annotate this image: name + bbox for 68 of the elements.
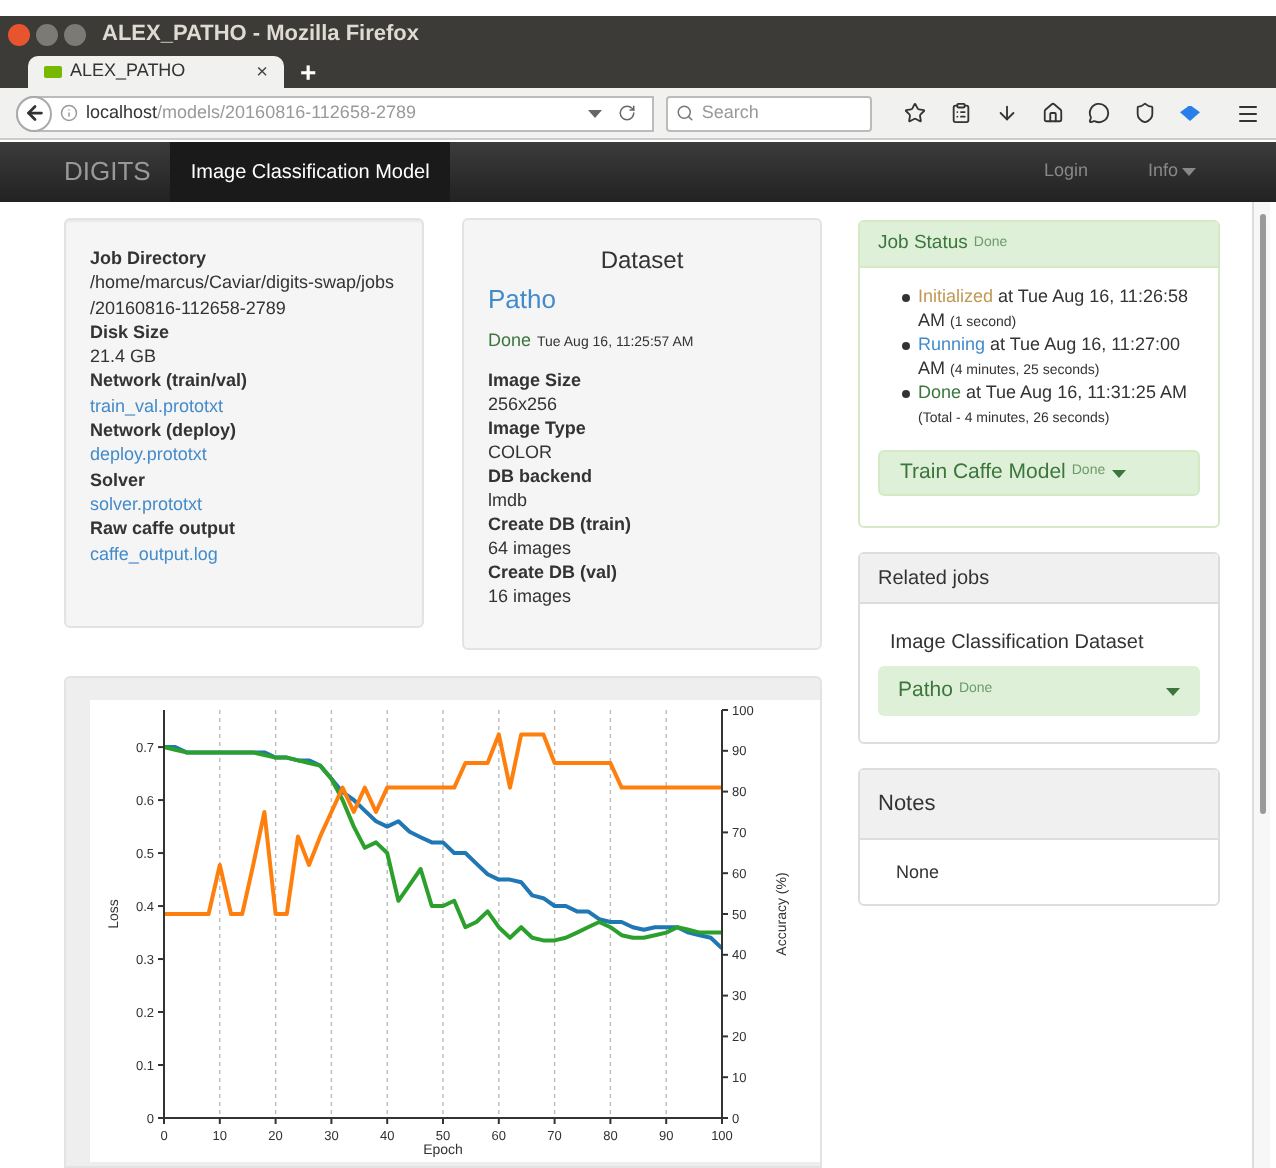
- info-icon[interactable]: [60, 104, 78, 122]
- field-value: 256x256: [488, 392, 560, 416]
- caret-icon: [587, 109, 602, 117]
- notes-text: None: [896, 860, 942, 886]
- caret-icon: [1166, 687, 1180, 695]
- browser-tab[interactable]: ALEX_PATHO ×: [28, 56, 284, 88]
- nav-link[interactable]: Info: [1147, 142, 1196, 202]
- status-text: Done: [488, 328, 532, 352]
- file-link[interactable]: train_val.prototxt: [90, 393, 398, 419]
- related-job-label: Image Classification Dataset: [890, 630, 1146, 658]
- file-link[interactable]: deploy.prototxt: [90, 442, 398, 468]
- minimize-window-icon[interactable]: [36, 24, 58, 46]
- bullet-icon: [902, 294, 910, 302]
- field-value: 16 images: [488, 584, 574, 608]
- dataset-link[interactable]: Patho: [488, 284, 796, 316]
- field-value: COLOR: [488, 440, 555, 464]
- favicon-icon: [44, 66, 62, 78]
- reload-icon[interactable]: [617, 104, 636, 122]
- search-icon: [675, 104, 694, 122]
- field-label: Raw caffe output: [90, 516, 238, 542]
- url-text: localhost/models/20160816-112658-2789: [86, 99, 416, 126]
- close-window-icon[interactable]: [8, 24, 30, 46]
- nav-link[interactable]: Login: [1043, 142, 1088, 202]
- field-value: 21.4 GB: [90, 344, 159, 369]
- bookmark-star-icon[interactable]: [904, 102, 926, 124]
- extension-icon[interactable]: [1180, 105, 1200, 121]
- close-tab-button[interactable]: ×: [256, 57, 268, 87]
- chat-icon[interactable]: [1088, 102, 1110, 124]
- field-label: Network (deploy): [90, 418, 239, 443]
- field-label: Create DB (val): [488, 560, 620, 584]
- tab-title: ALEX_PATHO: [70, 58, 188, 85]
- field-label: Disk Size: [90, 319, 172, 345]
- field-label: DB backend: [488, 464, 595, 488]
- search-placeholder: Search: [701, 99, 759, 126]
- menu-icon[interactable]: [1236, 101, 1260, 125]
- panel-title: Job Status: [878, 229, 968, 258]
- url-field[interactable]: localhost/models/20160816-112658-2789: [16, 95, 654, 131]
- bullet-icon: [902, 342, 910, 350]
- search-field[interactable]: Search: [665, 95, 872, 131]
- scrollbar-thumb[interactable]: [1259, 214, 1265, 814]
- bullet-icon: [902, 390, 910, 398]
- field-label: Create DB (train): [488, 512, 634, 536]
- panel-title: Related jobs: [878, 565, 990, 593]
- field-label: Job Directory: [90, 246, 209, 271]
- field-label: Network (train/val): [90, 368, 250, 394]
- caret-icon: [1111, 469, 1126, 477]
- brand-link[interactable]: DIGITS: [64, 152, 151, 192]
- field-label: Image Type: [488, 416, 588, 440]
- field-label: Image Size: [488, 368, 584, 392]
- home-icon[interactable]: [1042, 102, 1064, 124]
- window-title: ALEX_PATHO - Mozilla Firefox: [102, 20, 419, 51]
- file-link[interactable]: caffe_output.log: [90, 541, 398, 566]
- new-tab-button[interactable]: +: [300, 55, 317, 87]
- file-link[interactable]: solver.prototxt: [90, 491, 398, 517]
- field-value: /home/marcus/Caviar/digits-swap/jobs /20160816-112658-2789: [90, 270, 397, 320]
- field-value: lmdb: [488, 488, 530, 512]
- field-value: 64 images: [488, 536, 574, 560]
- scrollbar[interactable]: [1252, 202, 1270, 1168]
- nav-item[interactable]: Image Classification Model: [170, 142, 450, 202]
- panel-title: Notes: [878, 789, 936, 820]
- field-label: Solver: [90, 467, 148, 492]
- clipboard-icon[interactable]: [950, 102, 972, 124]
- card-heading: Dataset: [598, 248, 686, 272]
- download-icon[interactable]: [996, 102, 1018, 124]
- back-icon[interactable]: [16, 95, 52, 131]
- caret-icon: [1182, 168, 1196, 176]
- maximize-window-icon[interactable]: [64, 24, 86, 46]
- shield-icon[interactable]: [1134, 102, 1156, 124]
